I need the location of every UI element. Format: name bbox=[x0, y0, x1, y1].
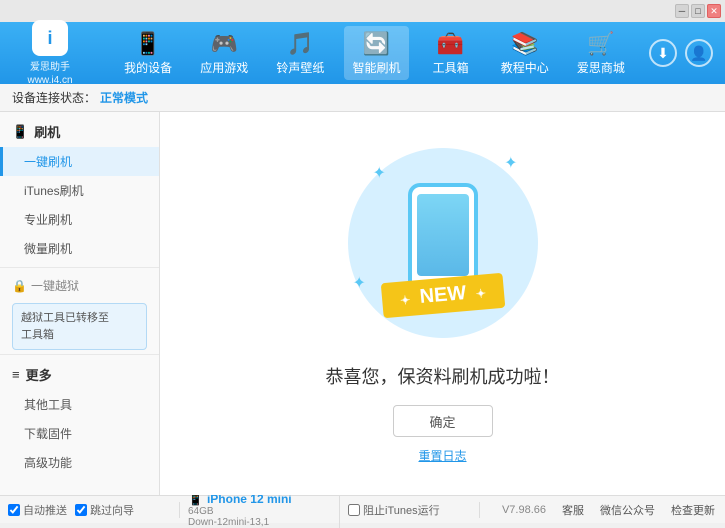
sidebar-flash-header: 📱 刷机 bbox=[0, 116, 159, 147]
itunes-stop-input[interactable] bbox=[348, 504, 360, 516]
itunes-stop-checkbox[interactable]: 阻止iTunes运行 bbox=[348, 502, 440, 518]
sidebar-more-header: ≡ 更多 bbox=[0, 359, 159, 390]
sidebar-item-one-key-flash[interactable]: 一键刷机 bbox=[0, 147, 159, 176]
nav-my-device[interactable]: 📱 我的设备 bbox=[116, 26, 180, 80]
nav-shop-label: 爱思商城 bbox=[577, 59, 625, 76]
tutorial-icon: 📚 bbox=[511, 31, 538, 57]
sidebar-item-other-tools[interactable]: 其他工具 bbox=[0, 390, 159, 419]
my-device-icon: 📱 bbox=[134, 31, 161, 57]
status-value: 正常模式 bbox=[100, 89, 148, 106]
support-link[interactable]: 客服 bbox=[562, 502, 584, 518]
status-bar: 设备连接状态： 正常模式 bbox=[0, 84, 725, 112]
nav-apps-games-label: 应用游戏 bbox=[200, 59, 248, 76]
device-info: 📱 iPhone 12 mini 64GB Down-12mini-13,1 bbox=[180, 492, 340, 528]
logo-icon: i bbox=[32, 20, 68, 56]
device-model: Down-12mini-13,1 bbox=[188, 517, 331, 528]
skip-wizard-checkbox[interactable]: 跳过向导 bbox=[75, 502, 134, 518]
download-firmware-label: 下载固件 bbox=[24, 427, 72, 441]
auto-push-input[interactable] bbox=[8, 504, 20, 516]
shop-icon: 🛒 bbox=[587, 31, 614, 57]
jailbreak-notice: 越狱工具已转移至 工具箱 bbox=[12, 303, 147, 350]
itunes-flash-label: iTunes刷机 bbox=[24, 184, 84, 198]
maximize-btn[interactable]: □ bbox=[691, 4, 705, 18]
nav-smart-flash[interactable]: 🔄 智能刷机 bbox=[344, 26, 408, 80]
main-layout: 📱 刷机 一键刷机 iTunes刷机 专业刷机 微量刷机 🔒 一键越狱 越狱工具… bbox=[0, 112, 725, 495]
nav-bar: 📱 我的设备 🎮 应用游戏 🎵 铃声壁纸 🔄 智能刷机 🧰 工具箱 📚 教程中心… bbox=[100, 22, 649, 84]
smart-flash-icon: 🔄 bbox=[363, 31, 390, 57]
auto-push-label: 自动推送 bbox=[23, 502, 67, 518]
sidebar-item-pro-flash[interactable]: 专业刷机 bbox=[0, 205, 159, 234]
sidebar: 📱 刷机 一键刷机 iTunes刷机 专业刷机 微量刷机 🔒 一键越狱 越狱工具… bbox=[0, 112, 160, 495]
lock-icon: 🔒 bbox=[12, 279, 27, 293]
sidebar-item-advanced[interactable]: 高级功能 bbox=[0, 448, 159, 477]
sparkle-bl: ✦ bbox=[353, 273, 366, 293]
nav-smart-flash-label: 智能刷机 bbox=[352, 59, 400, 76]
wechat-link[interactable]: 微信公众号 bbox=[600, 502, 655, 518]
confirm-button[interactable]: 确定 bbox=[393, 405, 493, 437]
title-bar: ─ □ ✕ bbox=[0, 0, 725, 22]
nav-my-device-label: 我的设备 bbox=[124, 59, 172, 76]
more-section-label: 更多 bbox=[26, 365, 52, 384]
sidebar-divider-2 bbox=[0, 354, 159, 355]
bottom-right-section: V7.98.66 客服 微信公众号 检查更新 bbox=[480, 502, 725, 518]
advanced-label: 高级功能 bbox=[24, 456, 72, 470]
apps-games-icon: 🎮 bbox=[211, 31, 238, 57]
header: i 爱思助手 www.i4.cn 📱 我的设备 🎮 应用游戏 🎵 铃声壁纸 🔄 … bbox=[0, 22, 725, 84]
status-label: 设备连接状态： bbox=[12, 89, 96, 106]
nav-toolbox[interactable]: 🧰 工具箱 bbox=[421, 26, 481, 80]
content-area: ✦ ✦ ✦ NEW 恭喜您，保资料刷机成功啦！ 确定 重置日志 bbox=[160, 112, 725, 495]
logo-area: i 爱思助手 www.i4.cn bbox=[0, 20, 100, 86]
sidebar-item-data-flash[interactable]: 微量刷机 bbox=[0, 234, 159, 263]
itunes-stop-label: 阻止iTunes运行 bbox=[363, 502, 440, 518]
logo-website: www.i4.cn bbox=[27, 75, 72, 86]
skip-wizard-input[interactable] bbox=[75, 504, 87, 516]
nav-ringtone-wallpaper[interactable]: 🎵 铃声壁纸 bbox=[268, 26, 332, 80]
nav-toolbox-label: 工具箱 bbox=[433, 59, 469, 76]
jailbreak-label: 一键越狱 bbox=[31, 277, 79, 294]
sidebar-jailbreak-header: 🔒 一键越狱 bbox=[0, 272, 159, 299]
skip-wizard-label: 跳过向导 bbox=[90, 502, 134, 518]
device-storage: 64GB bbox=[188, 506, 331, 517]
sparkle-tl: ✦ bbox=[373, 163, 386, 183]
auto-push-checkbox[interactable]: 自动推送 bbox=[8, 502, 67, 518]
phone-illustration: ✦ ✦ ✦ NEW bbox=[343, 143, 543, 343]
header-right: ⬇ 👤 bbox=[649, 39, 725, 67]
more-section-icon: ≡ bbox=[12, 367, 20, 382]
one-key-flash-label: 一键刷机 bbox=[24, 155, 72, 169]
pro-flash-label: 专业刷机 bbox=[24, 213, 72, 227]
sidebar-divider-1 bbox=[0, 267, 159, 268]
sidebar-item-download-firmware[interactable]: 下载固件 bbox=[0, 419, 159, 448]
user-btn[interactable]: 👤 bbox=[685, 39, 713, 67]
sidebar-item-itunes-flash[interactable]: iTunes刷机 bbox=[0, 176, 159, 205]
close-btn[interactable]: ✕ bbox=[707, 4, 721, 18]
minimize-btn[interactable]: ─ bbox=[675, 4, 689, 18]
update-link[interactable]: 检查更新 bbox=[671, 502, 715, 518]
nav-tutorial-label: 教程中心 bbox=[501, 59, 549, 76]
download-btn[interactable]: ⬇ bbox=[649, 39, 677, 67]
ringtone-icon: 🎵 bbox=[287, 31, 314, 57]
sparkle-tr: ✦ bbox=[504, 153, 517, 173]
rebuild-link[interactable]: 重置日志 bbox=[418, 447, 466, 464]
data-flash-label: 微量刷机 bbox=[24, 242, 72, 256]
phone-screen bbox=[417, 194, 469, 276]
nav-tutorial[interactable]: 📚 教程中心 bbox=[493, 26, 557, 80]
success-text: 恭喜您，保资料刷机成功啦！ bbox=[326, 363, 560, 389]
flash-section-label: 刷机 bbox=[34, 122, 60, 141]
toolbox-icon: 🧰 bbox=[437, 31, 464, 57]
other-tools-label: 其他工具 bbox=[24, 398, 72, 412]
bottom-left-section: 自动推送 跳过向导 bbox=[0, 502, 180, 518]
nav-shop[interactable]: 🛒 爱思商城 bbox=[569, 26, 633, 80]
nav-apps-games[interactable]: 🎮 应用游戏 bbox=[192, 26, 256, 80]
version-text: V7.98.66 bbox=[502, 504, 546, 516]
nav-ringtone-label: 铃声壁纸 bbox=[276, 59, 324, 76]
bottom-bar: 自动推送 跳过向导 📱 iPhone 12 mini 64GB Down-12m… bbox=[0, 495, 725, 523]
flash-section-icon: 📱 bbox=[12, 124, 28, 140]
logo-brand: 爱思助手 bbox=[30, 58, 70, 73]
